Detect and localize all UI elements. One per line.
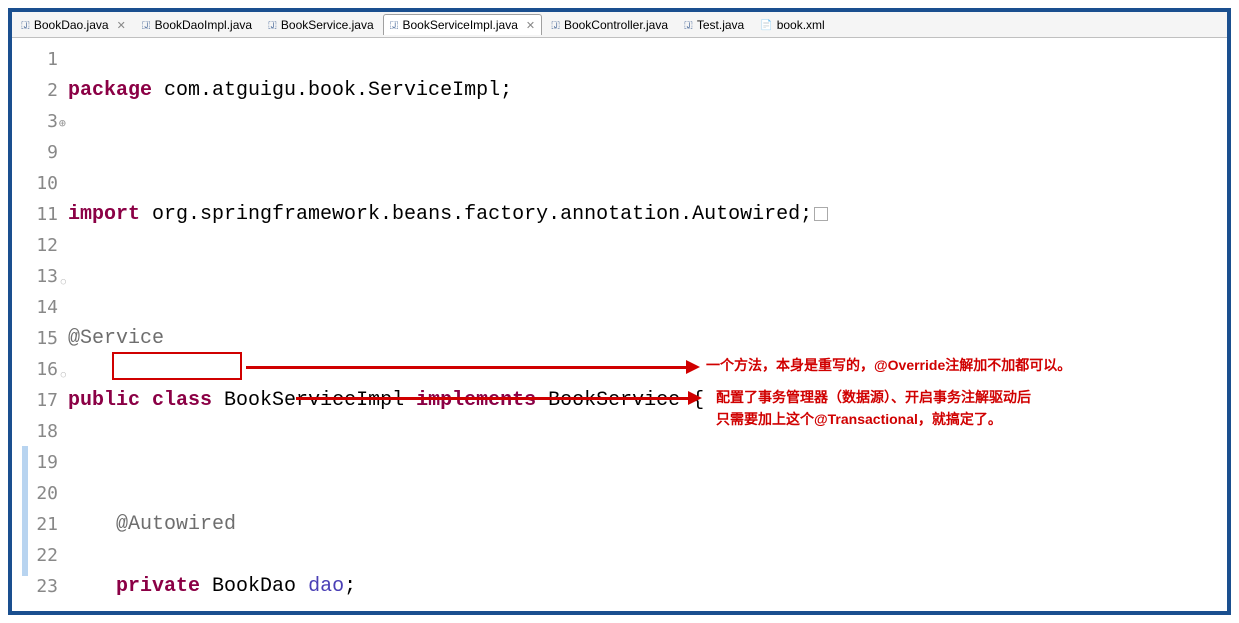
tab-bookcontroller[interactable]: 🇯 BookController.java [544, 14, 675, 35]
line-number: 13○ [30, 261, 58, 292]
line-number: 15 [30, 323, 58, 354]
line-number: 21 [30, 509, 58, 540]
close-icon[interactable]: ✕ [117, 19, 126, 32]
close-icon[interactable]: ✕ [526, 19, 535, 32]
code-line [68, 447, 1227, 478]
editor-frame: 🇯 BookDao.java ✕ 🇯 BookDaoImpl.java 🇯 Bo… [8, 8, 1231, 615]
override-highlight-box [112, 352, 242, 380]
tab-bookdao[interactable]: 🇯 BookDao.java ✕ [14, 14, 133, 35]
tab-label: book.xml [777, 18, 825, 32]
code-line: public class BookServiceImpl implements … [68, 385, 1227, 416]
code-line: @Autowired [68, 509, 1227, 540]
line-number: 14 [30, 292, 58, 323]
line-number: 20 [30, 478, 58, 509]
line-number: 2 [30, 75, 58, 106]
java-file-icon: 🇯 [142, 20, 151, 31]
annotation-text-1: 一个方法，本身是重写的，@Override注解加不加都可以。 [706, 354, 1071, 376]
arrow-to-annotation-1 [246, 366, 686, 369]
line-number: 11 [30, 199, 58, 230]
line-number: 1 [30, 44, 58, 75]
tab-bookserviceimpl[interactable]: 🇯 BookServiceImpl.java ✕ [383, 14, 542, 35]
folded-imports-box[interactable] [814, 207, 828, 221]
tab-bar: 🇯 BookDao.java ✕ 🇯 BookDaoImpl.java 🇯 Bo… [12, 12, 1227, 38]
java-file-icon: 🇯 [390, 20, 399, 31]
annotation-text-2-line1: 配置了事务管理器（数据源）、开启事务注解驱动后 [716, 386, 1031, 408]
code-line: private BookDao dao; [68, 571, 1227, 602]
line-number: 3⊕ [30, 106, 58, 137]
line-number: 9 [30, 137, 58, 168]
tab-bookservice[interactable]: 🇯 BookService.java [261, 14, 381, 35]
line-number: 19 [30, 447, 58, 478]
tab-label: BookDaoImpl.java [155, 18, 252, 32]
left-marker-strip [12, 38, 30, 611]
code-line: import org.springframework.beans.factory… [68, 199, 1227, 230]
code-line: package com.atguigu.book.ServiceImpl; [68, 75, 1227, 106]
tab-test[interactable]: 🇯 Test.java [677, 14, 751, 35]
tab-label: BookService.java [281, 18, 374, 32]
tab-bookdaoimpl[interactable]: 🇯 BookDaoImpl.java [135, 14, 259, 35]
tab-label: BookServiceImpl.java [402, 18, 517, 32]
line-number: 18 [30, 416, 58, 447]
change-marker [22, 446, 28, 576]
line-number: 12 [30, 230, 58, 261]
line-gutter: 1 2 3⊕ 9 10 11 12 13○ 14 15 16○ 17 18 19… [30, 38, 68, 611]
code-editor[interactable]: 1 2 3⊕ 9 10 11 12 13○ 14 15 16○ 17 18 19… [12, 38, 1227, 611]
code-line: @Service [68, 323, 1227, 354]
line-number: 17 [30, 385, 58, 416]
tab-label: Test.java [697, 18, 744, 32]
annotation-text-2-line2: 只需要加上这个@Transactional，就搞定了。 [716, 408, 1002, 430]
arrow-head-1 [686, 360, 700, 374]
code-line [68, 261, 1227, 292]
tab-label: BookController.java [564, 18, 668, 32]
line-number: 23 [30, 571, 58, 602]
line-number: 10 [30, 168, 58, 199]
java-file-icon: 🇯 [21, 20, 30, 31]
code-area[interactable]: package com.atguigu.book.ServiceImpl; im… [68, 38, 1227, 611]
java-file-icon: 🇯 [268, 20, 277, 31]
xml-file-icon: 📄 [760, 20, 772, 31]
tab-label: BookDao.java [34, 18, 109, 32]
tab-bookxml[interactable]: 📄 book.xml [753, 14, 831, 35]
java-file-icon: 🇯 [684, 20, 693, 31]
java-file-icon: 🇯 [551, 20, 560, 31]
line-number: 22 [30, 540, 58, 571]
line-number: 16○ [30, 354, 58, 385]
code-line [68, 137, 1227, 168]
